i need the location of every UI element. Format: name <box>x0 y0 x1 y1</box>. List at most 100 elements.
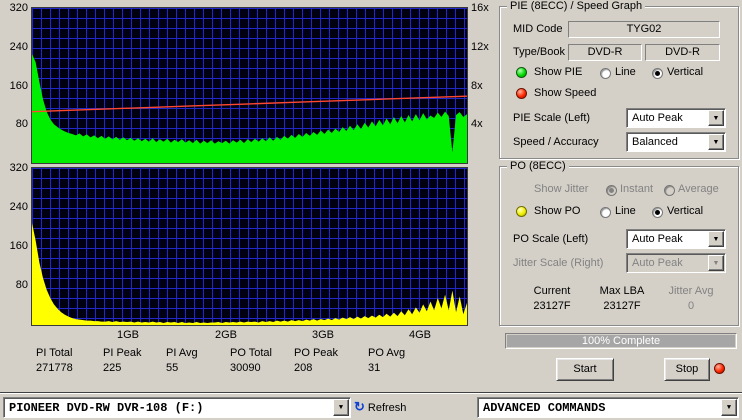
pie-scale-value: Auto Peak <box>632 112 683 124</box>
po-scale-combo[interactable]: Auto Peak ▼ <box>626 229 726 249</box>
jitter-avg-value: 0 <box>687 300 695 312</box>
stat-po-peak: PO Peak 208 <box>294 347 356 374</box>
stat-value: 55 <box>166 362 179 374</box>
po-y-axis-label: 80 <box>15 279 28 291</box>
show-po-label: Show PO <box>534 205 581 217</box>
mid-code-field: TYG02 <box>568 21 720 38</box>
stat-value: 31 <box>368 362 381 374</box>
gb-axis-label: 2GB <box>214 329 237 341</box>
gb-axis-label: 3GB <box>311 329 334 341</box>
stat-pi-total: PI Total 271778 <box>36 347 98 374</box>
refresh-button[interactable]: ↻ Refresh <box>354 399 406 415</box>
gb-axis-label: 4GB <box>408 329 431 341</box>
stat-value: 208 <box>294 362 313 374</box>
po-scale-value: Auto Peak <box>632 233 683 245</box>
jitter-scale-combo: Auto Peak ▼ <box>626 253 726 273</box>
speed-axis-label: 4x <box>471 118 483 130</box>
po-vertical-label[interactable]: Vertical <box>667 205 703 217</box>
pie-y-axis-label: 240 <box>9 41 28 53</box>
show-jitter-label: Show Jitter <box>534 183 589 195</box>
stat-pi-peak: PI Peak 225 <box>103 347 165 374</box>
current-label: Current <box>533 285 571 297</box>
chevron-down-icon[interactable]: ▼ <box>708 134 724 150</box>
type-field: DVD-R <box>568 44 642 61</box>
pie-scale-combo[interactable]: Auto Peak ▼ <box>626 108 726 128</box>
po-y-axis-label: 320 <box>9 162 28 174</box>
pie-scale-label: PIE Scale (Left) <box>513 112 591 124</box>
po-y-axis-label: 160 <box>9 240 28 252</box>
current-value: 23127F <box>533 300 571 312</box>
po-graph <box>31 167 468 326</box>
stop-button[interactable]: Stop <box>664 358 710 381</box>
show-pie-led[interactable] <box>516 67 527 78</box>
chevron-down-icon[interactable]: ▼ <box>721 399 737 416</box>
pie-y-axis-label: 80 <box>15 118 28 130</box>
jitter-scale-label: Jitter Scale (Right) <box>513 257 604 269</box>
speed-accuracy-label: Speed / Accuracy <box>513 136 599 148</box>
commands-value: ADVANCED COMMANDS <box>483 401 606 415</box>
jitter-scale-value: Auto Peak <box>632 257 683 269</box>
stat-label: PI Avg <box>166 347 198 359</box>
mid-code-label: MID Code <box>513 23 563 35</box>
stat-pi-avg: PI Avg 55 <box>166 347 228 374</box>
busy-led <box>714 363 725 374</box>
stat-po-avg: PO Avg 31 <box>368 347 430 374</box>
pie-y-axis-label: 160 <box>9 80 28 92</box>
stat-po-total: PO Total 30090 <box>230 347 292 374</box>
bottom-bar: PIONEER DVD-RW DVR-108 (F:) ▼ ↻ Refresh A… <box>0 392 742 420</box>
show-po-led[interactable] <box>516 206 527 217</box>
gb-axis-label: 1GB <box>116 329 139 341</box>
pie-line-label[interactable]: Line <box>615 66 636 78</box>
chevron-down-icon[interactable]: ▼ <box>708 110 724 126</box>
show-pie-label: Show PIE <box>534 66 583 78</box>
pie-speed-groupbox: PIE (8ECC) / Speed Graph MID Code TYG02 … <box>499 0 739 159</box>
pie-vertical-radio[interactable] <box>652 68 663 79</box>
speed-axis-label: 12x <box>471 41 489 53</box>
stat-value: 225 <box>103 362 122 374</box>
stat-label: PO Avg <box>368 347 406 359</box>
speed-accuracy-combo[interactable]: Balanced ▼ <box>626 132 726 152</box>
pie-speed-graph <box>31 7 468 164</box>
jitter-average-radio <box>664 185 675 196</box>
refresh-label: Refresh <box>367 402 407 414</box>
speed-accuracy-value: Balanced <box>632 136 678 148</box>
speed-axis-label: 8x <box>471 80 483 92</box>
disc-quality-scan-window: 320 240 160 80 16x 12x 8x 4x 320 240 160… <box>0 0 742 420</box>
drive-select-value: PIONEER DVD-RW DVR-108 (F:) <box>9 401 204 415</box>
chevron-down-icon[interactable]: ▼ <box>708 231 724 247</box>
po-line-label[interactable]: Line <box>615 205 636 217</box>
start-button[interactable]: Start <box>556 358 614 381</box>
scan-progress-bar: 100% Complete <box>505 333 737 349</box>
jitter-instant-label: Instant <box>620 183 654 195</box>
speed-axis-label: 16x <box>471 2 489 14</box>
commands-combo[interactable]: ADVANCED COMMANDS ▼ <box>477 397 739 418</box>
pie-vertical-label[interactable]: Vertical <box>667 66 703 78</box>
max-lba-value: 23127F <box>603 300 641 312</box>
progress-text: 100% Complete <box>581 335 661 347</box>
pie-line-radio[interactable] <box>600 68 611 79</box>
po-chart-svg <box>32 222 467 325</box>
po-groupbox: PO (8ECC) Show Jitter Instant Average Sh… <box>499 160 739 326</box>
pie-groupbox-title: PIE (8ECC) / Speed Graph <box>507 0 646 12</box>
show-speed-label: Show Speed <box>534 87 597 99</box>
stat-label: PI Peak <box>103 347 142 359</box>
stat-value: 30090 <box>230 362 261 374</box>
chevron-down-icon[interactable]: ▼ <box>333 399 349 416</box>
jitter-average-label: Average <box>678 183 719 195</box>
po-line-radio[interactable] <box>600 207 611 218</box>
pie-chart-svg <box>32 54 467 163</box>
type-book-label: Type/Book <box>513 46 565 58</box>
refresh-icon: ↻ <box>354 399 365 414</box>
book-field: DVD-R <box>645 44 720 61</box>
stat-label: PO Total <box>230 347 272 359</box>
po-y-axis-label: 240 <box>9 201 28 213</box>
stat-label: PO Peak <box>294 347 339 359</box>
drive-select-combo[interactable]: PIONEER DVD-RW DVR-108 (F:) ▼ <box>3 397 351 418</box>
jitter-instant-radio <box>606 185 617 196</box>
po-vertical-radio[interactable] <box>652 207 663 218</box>
stat-value: 271778 <box>36 362 73 374</box>
show-speed-led[interactable] <box>516 88 527 99</box>
stat-label: PI Total <box>36 347 73 359</box>
max-lba-label: Max LBA <box>599 285 645 297</box>
pie-y-axis-label: 320 <box>9 2 28 14</box>
